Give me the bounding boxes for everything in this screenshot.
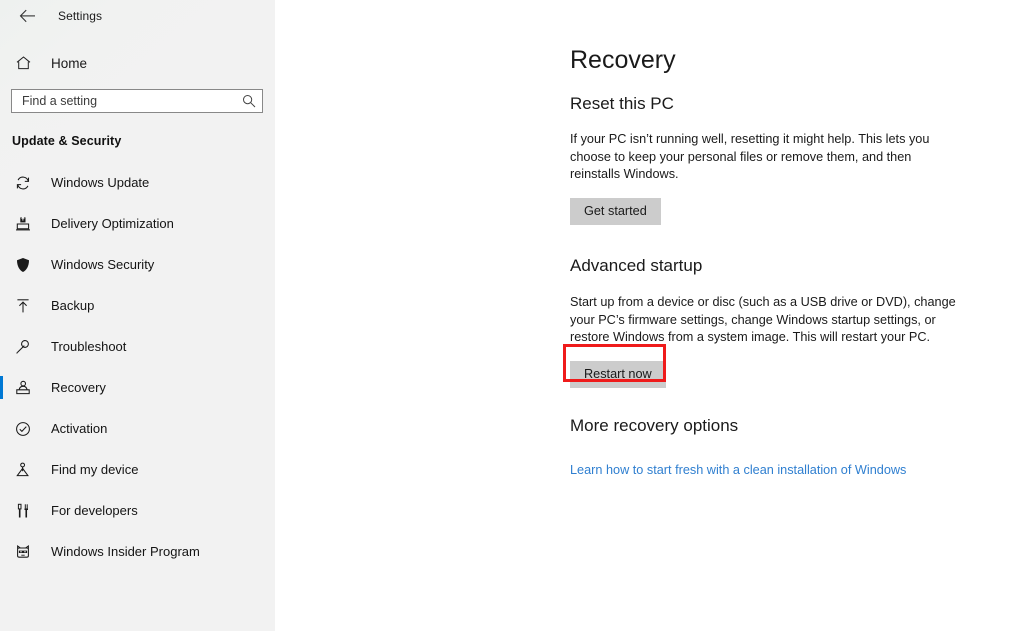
ninja-cat-icon (12, 544, 34, 560)
section-heading: Advanced startup (570, 256, 703, 275)
sidebar-nav-list: Windows Update Delivery Optimization Win… (0, 162, 275, 572)
search-box[interactable] (11, 89, 263, 113)
sidebar-item-label: Windows Security (51, 257, 155, 272)
shield-icon (12, 257, 34, 273)
section-reset-this-pc: Reset this PC If your PC isn’t running w… (570, 94, 962, 225)
clean-install-link[interactable]: Learn how to start fresh with a clean in… (570, 463, 906, 477)
wrench-icon (12, 339, 34, 355)
sidebar-item-label: Delivery Optimization (51, 216, 174, 231)
sidebar-item-home-label: Home (51, 55, 88, 71)
sidebar-item-activation[interactable]: Activation (0, 408, 275, 449)
sidebar-item-windows-insider-program[interactable]: Windows Insider Program (0, 531, 275, 572)
sidebar-item-label: Windows Update (51, 175, 150, 190)
sidebar-item-label: Windows Insider Program (51, 544, 200, 559)
check-circle-icon (12, 421, 34, 437)
search-input[interactable] (12, 90, 236, 112)
sidebar-item-recovery[interactable]: Recovery (0, 367, 275, 408)
recovery-icon (12, 380, 34, 396)
page-title: Recovery (570, 46, 676, 74)
section-more-recovery-options: More recovery options Learn how to start… (570, 416, 906, 479)
sidebar-item-backup[interactable]: Backup (0, 285, 275, 326)
settings-window: Settings Home Update & Security (0, 0, 1024, 631)
tools-icon (12, 503, 34, 519)
sidebar-group-title: Update & Security (12, 134, 122, 148)
sync-icon (12, 175, 34, 191)
sidebar-item-find-my-device[interactable]: Find my device (0, 449, 275, 490)
section-body: If your PC isn’t running well, resetting… (570, 132, 930, 181)
restart-now-button[interactable]: Restart now (570, 360, 666, 388)
get-started-button[interactable]: Get started (570, 197, 661, 225)
sidebar: Settings Home Update & Security (0, 0, 275, 631)
home-icon (12, 56, 34, 70)
section-heading: More recovery options (570, 416, 739, 435)
upload-arrow-icon (12, 298, 34, 314)
location-person-icon (12, 462, 34, 478)
back-arrow-icon[interactable] (12, 4, 42, 28)
main-content: Recovery Reset this PC If your PC isn’t … (275, 0, 1024, 631)
sidebar-item-label: Find my device (51, 462, 139, 477)
title-bar: Settings (0, 0, 275, 32)
sidebar-item-windows-update[interactable]: Windows Update (0, 162, 275, 203)
app-title: Settings (58, 9, 103, 23)
sidebar-item-home[interactable]: Home (0, 46, 275, 80)
sidebar-item-troubleshoot[interactable]: Troubleshoot (0, 326, 275, 367)
section-heading: Reset this PC (570, 94, 674, 113)
sidebar-item-label: Backup (51, 298, 95, 313)
section-body: Start up from a device or disc (such as … (570, 295, 956, 344)
sidebar-item-label: Recovery (51, 380, 106, 395)
sidebar-item-windows-security[interactable]: Windows Security (0, 244, 275, 285)
sidebar-item-for-developers[interactable]: For developers (0, 490, 275, 531)
sidebar-item-label: Troubleshoot (51, 339, 127, 354)
sidebar-item-label: Activation (51, 421, 108, 436)
search-icon[interactable] (236, 90, 262, 112)
sidebar-item-label: For developers (51, 503, 138, 518)
section-advanced-startup: Advanced startup Start up from a device … (570, 256, 962, 388)
selection-indicator (0, 376, 3, 399)
upload-box-icon (12, 216, 34, 232)
sidebar-item-delivery-optimization[interactable]: Delivery Optimization (0, 203, 275, 244)
